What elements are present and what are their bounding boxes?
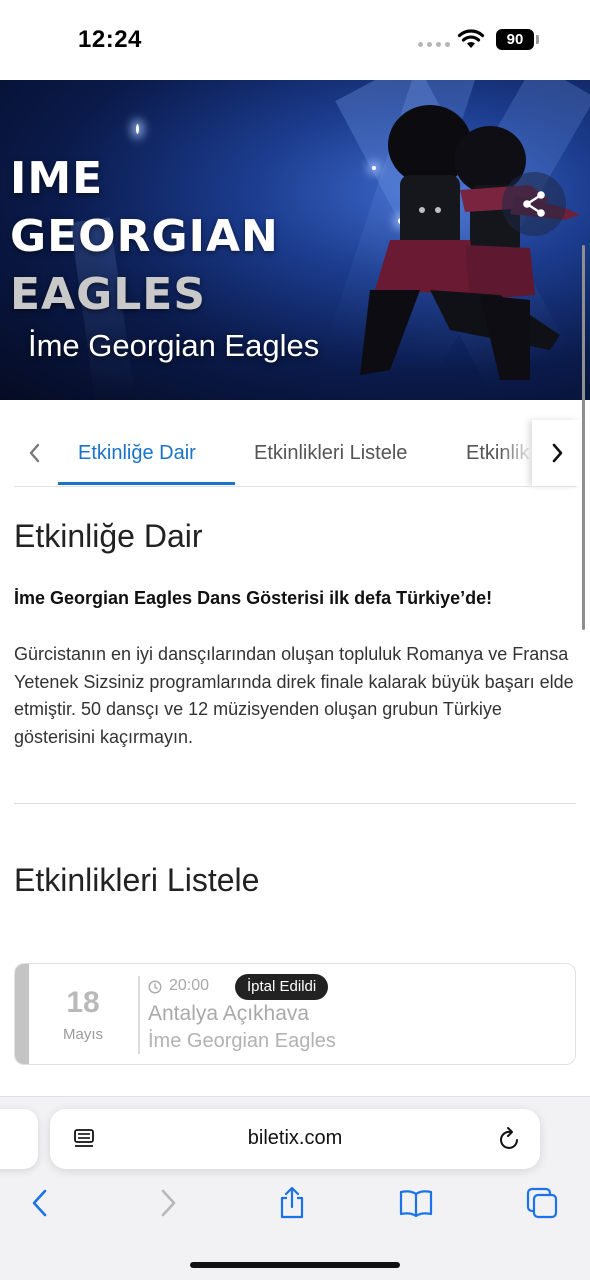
about-body: Gürcistanın en iyi dansçılarından oluşan… — [14, 644, 574, 747]
clock-icon — [148, 980, 162, 994]
share-icon — [280, 1186, 304, 1219]
chevron-right-icon — [552, 443, 563, 463]
events-heading: Etkinlikleri Listele — [14, 862, 260, 898]
back-icon — [32, 1189, 47, 1217]
divider — [14, 486, 576, 487]
status-time: 12:24 — [78, 26, 142, 53]
browser-toolbar: biletix.com — [0, 1096, 590, 1280]
section-tabs: Etkinliğe Dair Etkinlikleri Listele Etki… — [0, 400, 590, 487]
chevron-left-icon[interactable] — [22, 440, 48, 466]
bookmarks-icon — [399, 1190, 433, 1218]
signal-dots-icon — [418, 42, 450, 47]
forward-icon — [161, 1189, 176, 1217]
status-badge: İptal Edildi — [235, 974, 329, 1000]
event-status-stripe — [15, 964, 29, 1064]
back-button[interactable] — [22, 1185, 58, 1221]
event-title: İme Georgian Eagles — [28, 328, 320, 363]
divider — [138, 976, 140, 1054]
reload-icon[interactable] — [498, 1126, 522, 1152]
scrollbar[interactable] — [582, 245, 585, 630]
dancers-image — [360, 105, 580, 380]
event-time: 20:00 — [169, 977, 210, 994]
stage-light — [136, 124, 139, 134]
tab-etkinlige-dair[interactable]: Etkinliğe Dair — [78, 442, 196, 465]
event-card[interactable]: 18 Mayıs 20:00 İptal Edildi Antalya Açık… — [14, 963, 576, 1065]
tab-etkinlikleri-listele[interactable]: Etkinlikleri Listele — [254, 442, 407, 465]
bookmarks-button[interactable] — [398, 1185, 434, 1221]
tabs-button[interactable] — [524, 1185, 560, 1221]
forward-button[interactable] — [150, 1185, 186, 1221]
about-heading: Etkinliğe Dair — [14, 518, 203, 554]
event-day: 18 — [66, 986, 100, 1019]
home-indicator[interactable] — [190, 1262, 400, 1268]
battery-icon: 90 — [496, 29, 534, 50]
share-button[interactable] — [502, 172, 566, 236]
event-hero-banner: IME GEORGIAN EAGLES İme Georgian Eagles — [0, 80, 590, 400]
about-lead: İme Georgian Eagles Dans Gösterisi ilk d… — [14, 588, 493, 608]
url-text[interactable]: biletix.com — [50, 1127, 540, 1150]
logo-line: EAGLES — [10, 269, 207, 320]
event-logo-text: IME GEORGIAN EAGLES — [10, 150, 279, 324]
share-icon — [523, 191, 545, 217]
address-bar[interactable]: biletix.com — [50, 1109, 540, 1169]
tab-fade — [500, 420, 534, 484]
event-name: İme Georgian Eagles — [148, 1030, 336, 1052]
active-tab-indicator — [58, 482, 235, 485]
event-month: Mayıs — [62, 1026, 103, 1043]
event-venue: Antalya Açıkhava — [148, 1002, 310, 1025]
tabs-icon — [526, 1187, 558, 1219]
wifi-icon — [457, 29, 485, 48]
previous-tab-pill[interactable] — [0, 1109, 38, 1169]
status-bar: 12:24 90 — [0, 0, 590, 80]
tab-next-button[interactable] — [532, 420, 580, 486]
share-page-button[interactable] — [274, 1185, 310, 1221]
battery-cap — [536, 35, 539, 44]
logo-line: GEORGIAN — [10, 211, 279, 262]
divider — [14, 803, 576, 804]
logo-line: IME — [10, 153, 104, 204]
